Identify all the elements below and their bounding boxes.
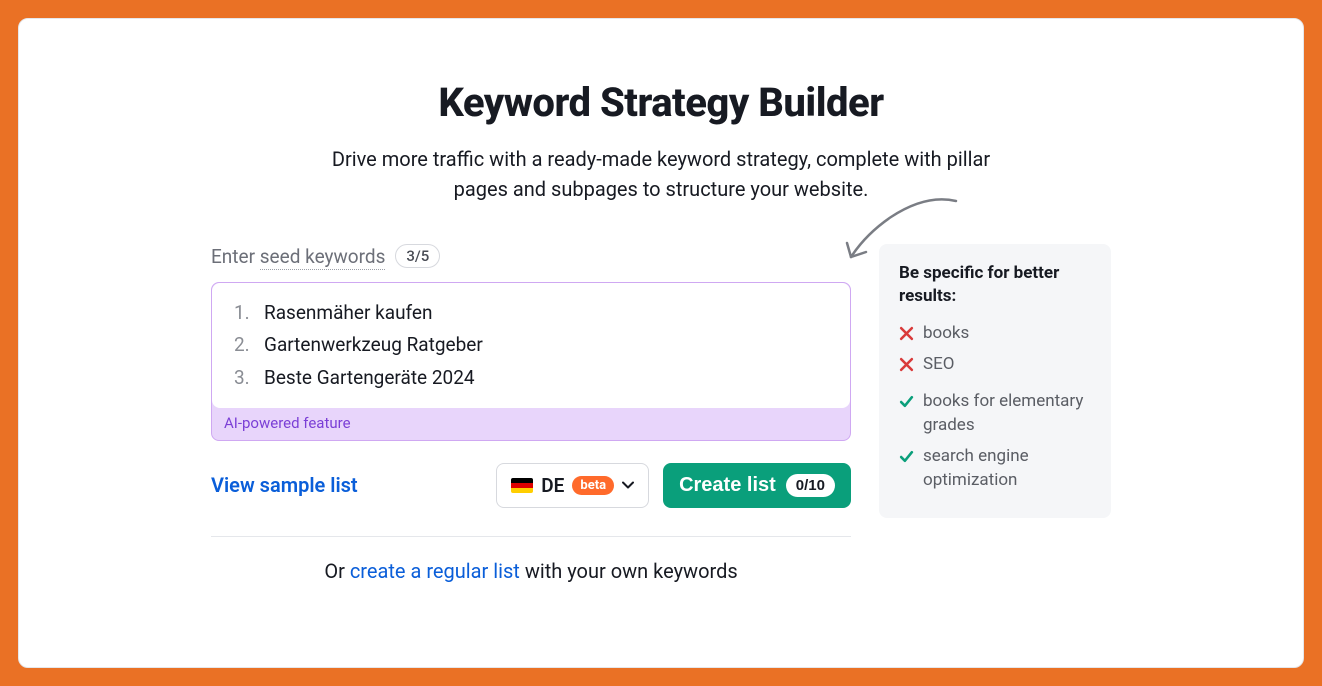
header: Keyword Strategy Builder Drive more traf… [311, 79, 1011, 204]
check-icon [899, 449, 914, 464]
keyword-row[interactable]: 2. Gartenwerkzeug Ratgeber [234, 329, 828, 361]
footer-text: Or create a regular list with your own k… [211, 559, 851, 583]
hint-bad-text: books [923, 322, 969, 346]
hint-good-item: books for elementary grades [899, 390, 1091, 438]
keyword-text: Gartenwerkzeug Ratgeber [264, 329, 483, 361]
x-icon [899, 326, 914, 341]
keyword-row[interactable]: 1. Rasenmäher kaufen [234, 297, 828, 329]
x-icon [899, 357, 914, 372]
chevron-down-icon [622, 478, 634, 493]
db-code: DE [541, 474, 564, 497]
create-list-label: Create list [679, 474, 776, 497]
beta-badge: beta [572, 476, 614, 495]
hint-title: Be specific for better results: [899, 262, 1091, 308]
keyword-count-pill: 3/5 [395, 244, 440, 268]
seed-keywords-label: Enter seed keywords [211, 245, 385, 268]
right-controls: DE beta Create list 0/10 [496, 463, 851, 508]
keyword-list: 1. Rasenmäher kaufen 2. Gartenwerkzeug R… [234, 297, 828, 394]
keyword-input-wrapper: 1. Rasenmäher kaufen 2. Gartenwerkzeug R… [211, 282, 851, 441]
hint-good-item: search engine optimization [899, 445, 1091, 493]
database-select[interactable]: DE beta [496, 463, 649, 508]
divider [211, 536, 851, 537]
keyword-number: 3. [234, 362, 250, 394]
create-regular-list-link[interactable]: create a regular list [350, 559, 520, 583]
main-content-row: Enter seed keywords 3/5 1. Rasenmäher ka… [211, 244, 1111, 583]
seed-label-prefix: Enter [211, 245, 260, 268]
flag-de-icon [511, 478, 533, 493]
keyword-number: 2. [234, 329, 250, 361]
seed-label-underlined: seed keywords [260, 245, 386, 270]
keyword-row[interactable]: 3. Beste Gartengeräte 2024 [234, 362, 828, 394]
hint-bad-item: SEO [899, 353, 1091, 377]
input-column: Enter seed keywords 3/5 1. Rasenmäher ka… [211, 244, 851, 583]
page-title: Keyword Strategy Builder [311, 79, 1011, 126]
keyword-input-box[interactable]: 1. Rasenmäher kaufen 2. Gartenwerkzeug R… [212, 283, 850, 408]
page-subtitle: Drive more traffic with a ready-made key… [311, 144, 1011, 204]
view-sample-link[interactable]: View sample list [211, 473, 358, 497]
hint-bad-item: books [899, 322, 1091, 346]
footer-prefix: Or [324, 559, 350, 583]
main-card: Keyword Strategy Builder Drive more traf… [18, 18, 1304, 668]
hint-good-text: books for elementary grades [923, 390, 1091, 438]
create-list-button[interactable]: Create list 0/10 [663, 463, 851, 508]
footer-suffix: with your own keywords [520, 559, 738, 583]
ai-powered-badge: AI-powered feature [212, 408, 850, 440]
check-icon [899, 394, 914, 409]
hint-panel: Be specific for better results: books SE… [879, 244, 1111, 518]
keyword-number: 1. [234, 297, 250, 329]
hint-bad-text: SEO [923, 353, 954, 377]
usage-count-pill: 0/10 [786, 474, 835, 497]
controls-row: View sample list DE beta Create list 0/1… [211, 463, 851, 508]
keyword-text: Beste Gartengeräte 2024 [264, 362, 475, 394]
keyword-text: Rasenmäher kaufen [264, 297, 433, 329]
hint-good-text: search engine optimization [923, 445, 1091, 493]
seed-label-row: Enter seed keywords 3/5 [211, 244, 851, 268]
